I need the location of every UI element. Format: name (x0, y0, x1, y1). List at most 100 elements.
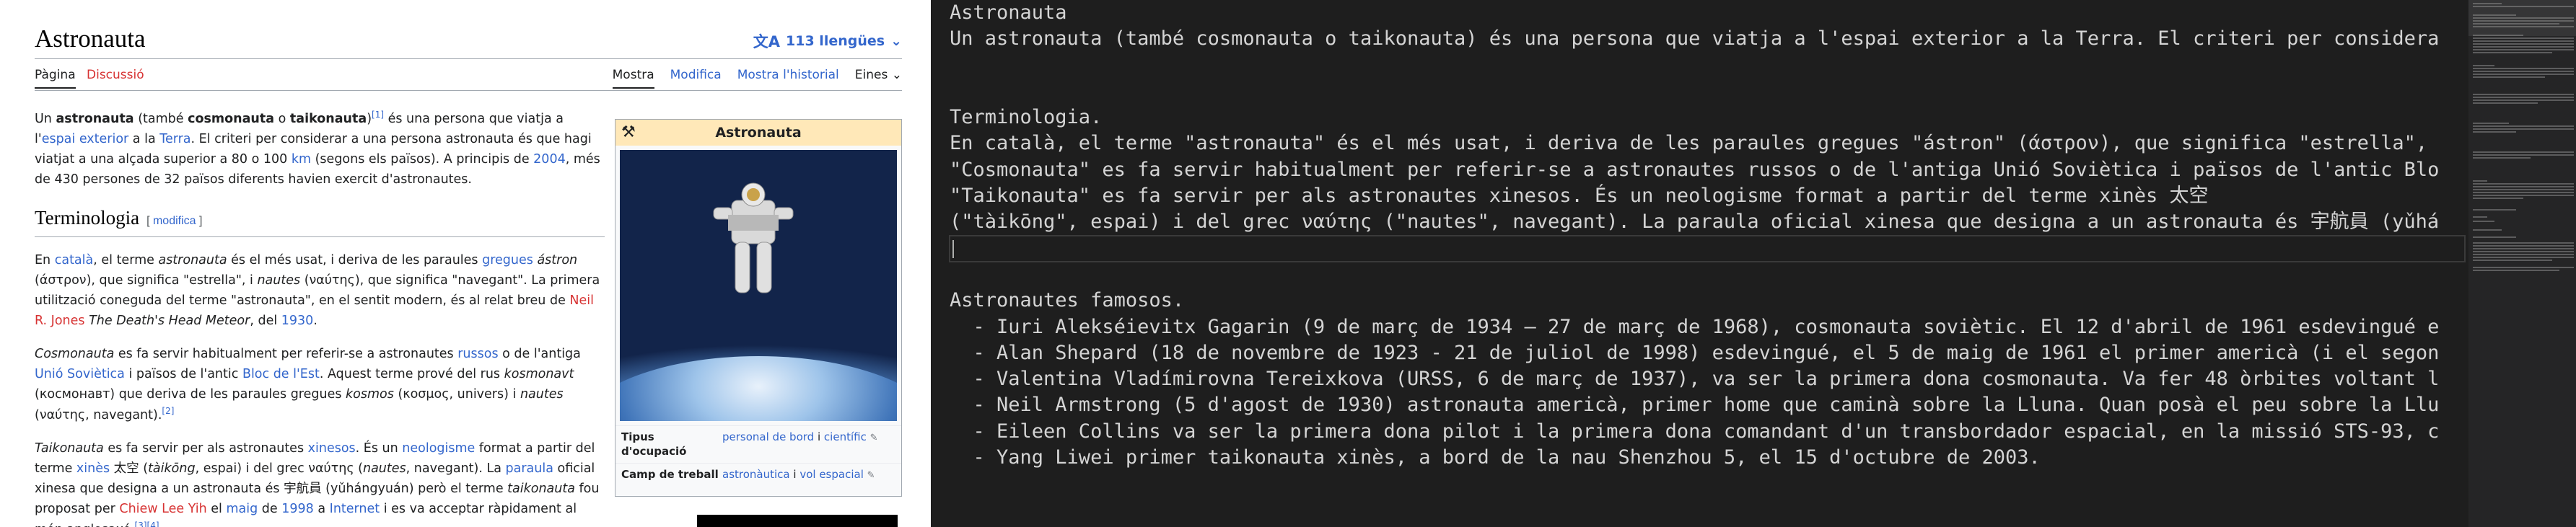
editor-line[interactable]: En català, el terme "astronauta" és el m… (950, 130, 2465, 156)
minimap-line (2473, 23, 2559, 25)
minimap-line (2473, 37, 2574, 39)
minimap-line (2473, 186, 2574, 187)
minimap-line (2473, 260, 2552, 261)
minimap-line (2473, 35, 2523, 36)
editor-line[interactable]: Un astronauta (també cosmonauta o taikon… (950, 26, 2465, 52)
terminology-paragraph-3: Taikonauta es fa servir per als astronau… (35, 440, 600, 527)
minimap-line (2473, 65, 2494, 66)
tab-read[interactable]: Mostra (612, 68, 654, 89)
editor-line[interactable]: Astronautes famosos. (950, 288, 2465, 314)
editor-line[interactable] (949, 234, 2466, 262)
minimap-line (2473, 270, 2559, 271)
pencil-icon[interactable]: ✎ (870, 433, 878, 443)
minimap-line (2473, 46, 2574, 48)
editor-text-area[interactable]: Astronauta Un astronauta (també cosmonaut… (949, 0, 2466, 471)
editor-line[interactable]: - Alan Shepard (18 de novembre de 1923 -… (950, 340, 2465, 366)
minimap-line (2473, 49, 2574, 50)
editor-line[interactable]: - Eileen Collins va ser la primera dona … (950, 419, 2465, 445)
editor-line[interactable]: Astronauta (950, 0, 2465, 26)
astronaut-figure (713, 182, 794, 293)
editor-line[interactable]: - Iuri Alekséievitx Gagarin (9 de març d… (950, 314, 2465, 340)
minimap-line (2473, 3, 2502, 4)
editor-line[interactable]: - Yang Liwei primer taikonauta xinès, a … (950, 445, 2465, 471)
second-image-thumbnail[interactable] (697, 515, 898, 527)
tools-icon: ⚒ (621, 123, 636, 141)
minimap-line (2473, 123, 2509, 124)
minimap-line (2473, 71, 2574, 72)
earth-horizon (620, 356, 897, 421)
chevron-down-icon: ⌄ (890, 33, 902, 49)
minimap-line (2473, 151, 2574, 153)
minimap-line (2473, 131, 2516, 133)
translate-icon: 文A (753, 33, 781, 50)
terminology-paragraph-2: Cosmonauta es fa servir habitualment per… (35, 347, 581, 422)
section-heading: Terminologia[ modifica ] (35, 203, 605, 238)
minimap-line (2473, 43, 2574, 45)
minimap-line (2473, 102, 2538, 104)
value-link[interactable]: astronàutica (722, 468, 790, 481)
astronaut-photo[interactable] (620, 150, 897, 421)
value-link[interactable]: personal de bord (722, 430, 814, 443)
editor-line[interactable] (950, 79, 2465, 105)
language-count: 113 llengües (786, 33, 885, 49)
minimap-line (2473, 76, 2545, 78)
tab-discussion[interactable]: Discussió (87, 68, 144, 82)
minimap-line (2473, 14, 2516, 16)
terminology-paragraph-1: En català, el terme astronauta és el més… (35, 253, 600, 329)
minimap-line (2473, 157, 2531, 159)
infobox-header: ⚒ Astronauta (615, 120, 901, 146)
value-link[interactable]: vol espacial (799, 468, 864, 481)
editor-line[interactable]: ("tàikōng", espai) i del grec ναύτης ("n… (950, 209, 2465, 235)
text-editor-panel[interactable]: Astronauta Un astronauta (també cosmonaut… (931, 0, 2576, 527)
minimap-line (2473, 125, 2574, 127)
minimap-line (2473, 68, 2574, 69)
infobox-row-field: Camp de treball astronàutica i vol espac… (615, 463, 901, 496)
minimap-line (2473, 26, 2574, 27)
minimap-line (2473, 195, 2574, 196)
tab-edit[interactable]: Modifica (670, 68, 722, 89)
minimap-line (2473, 254, 2574, 255)
minimap-line (2473, 128, 2574, 130)
minimap-line (2473, 180, 2487, 182)
editor-line[interactable] (950, 53, 2465, 79)
article-body: Un astronauta (també cosmonauta o taikon… (35, 108, 605, 527)
editor-line[interactable]: "Taikonauta" es fa servir per als astron… (950, 183, 2465, 209)
minimap-line (2473, 74, 2574, 75)
tab-history[interactable]: Mostra l'historial (737, 68, 839, 89)
minimap-line (2473, 52, 2552, 53)
minimap-line (2473, 251, 2574, 252)
minimap-line (2473, 245, 2574, 247)
infobox: ⚒ Astronauta Tipus d'ocupació personal d… (615, 119, 902, 497)
editor-line[interactable]: "Cosmonauta" es fa servir habitualment p… (950, 157, 2465, 183)
minimap-line (2473, 99, 2574, 101)
pencil-icon[interactable]: ✎ (867, 470, 875, 481)
tab-page[interactable]: Pàgina (35, 68, 76, 89)
minimap-line (2473, 248, 2574, 249)
minimap-line (2473, 154, 2574, 156)
minimap-line (2473, 192, 2574, 193)
intro-paragraph: Un astronauta (també cosmonauta o taikon… (35, 110, 600, 187)
minimap-line (2473, 257, 2574, 258)
editor-line[interactable]: - Valentina Vladímirovna Tereixkova (URS… (950, 366, 2465, 392)
page-tabs: Pàgina Discussió Mostra Modifica Mostra … (35, 62, 902, 91)
minimap-line (2473, 40, 2574, 42)
minimap-line (2473, 198, 2523, 199)
tools-menu[interactable]: Eines ⌄ (855, 68, 902, 89)
minimap-line (2473, 183, 2574, 185)
page-title: Astronauta (35, 25, 146, 53)
text-caret (952, 239, 954, 258)
section-edit-link[interactable]: modifica (153, 215, 196, 227)
minimap-line (2473, 221, 2494, 222)
minimap-line (2473, 17, 2574, 19)
editor-line[interactable]: Terminologia. (950, 105, 2465, 130)
minimap-line (2473, 189, 2574, 190)
language-selector-button[interactable]: 文A 113 llengües ⌄ (753, 30, 902, 52)
editor-line[interactable]: - Neil Armstrong (5 d'agost de 1930) ast… (950, 392, 2465, 418)
minimap-line (2473, 97, 2574, 98)
infobox-row-occupation: Tipus d'ocupació personal de bord i cien… (615, 425, 901, 463)
minimap-line (2473, 267, 2574, 268)
editor-line[interactable] (950, 262, 2465, 288)
value-link[interactable]: científic (824, 430, 867, 443)
minimap-line (2473, 242, 2574, 244)
editor-minimap[interactable] (2468, 0, 2576, 527)
